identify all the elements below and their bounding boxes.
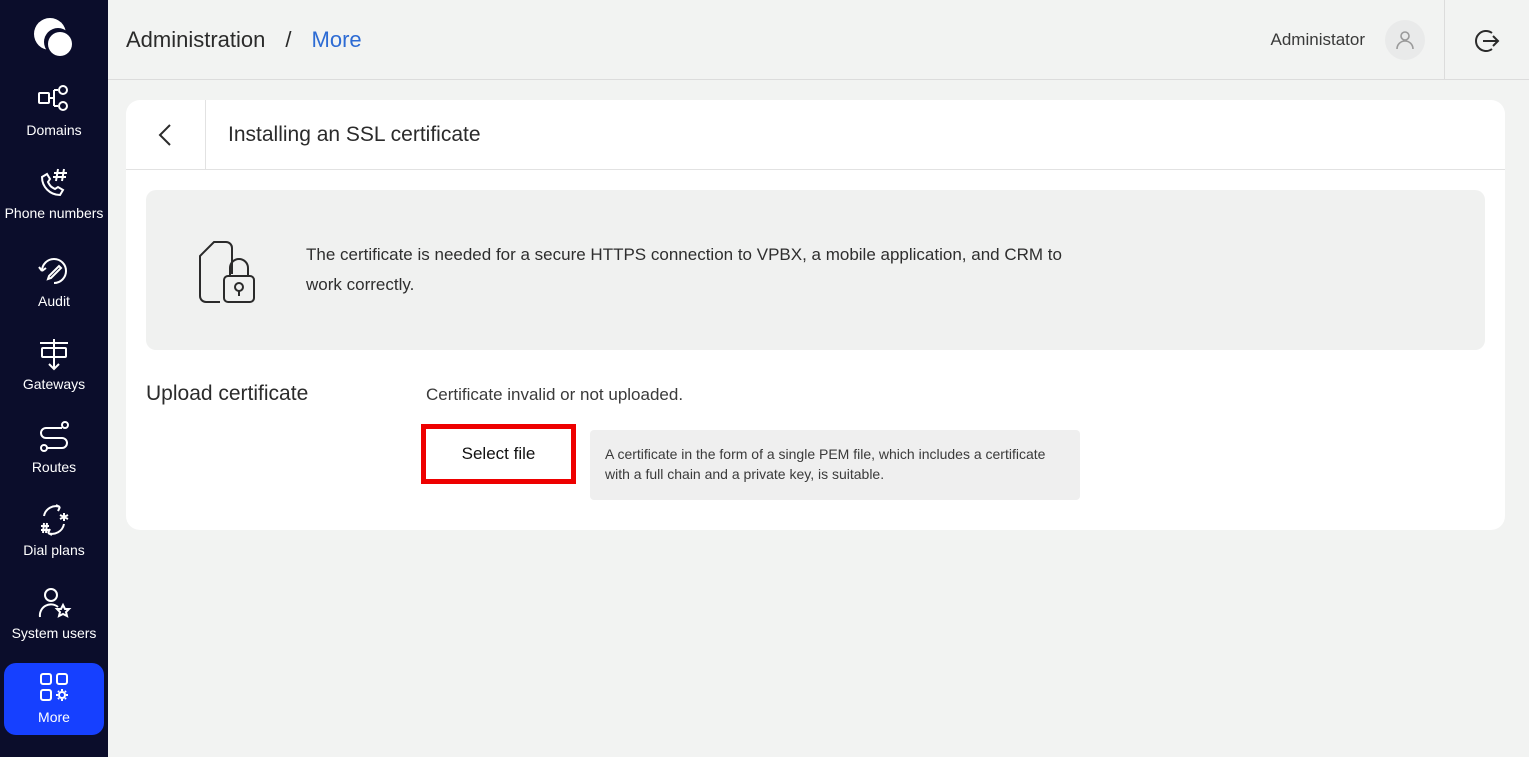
phone-hash-icon [40, 168, 67, 197]
app-logo[interactable] [32, 16, 76, 60]
logout-button[interactable] [1471, 26, 1501, 56]
gateways-icon [40, 339, 68, 371]
sidebar-nav: Domains Phone numbers Audit Gateways Rou… [0, 82, 108, 735]
sidebar: Domains Phone numbers Audit Gateways Rou… [0, 0, 108, 757]
sidebar-item-label: More [38, 709, 70, 725]
info-banner: The certificate is needed for a secure H… [146, 190, 1485, 350]
sidebar-item-label: Dial plans [23, 542, 85, 558]
header-divider [1444, 0, 1445, 80]
sidebar-item-phone-numbers[interactable]: Phone numbers [4, 165, 104, 253]
more-grid-icon [40, 673, 68, 701]
user-name[interactable]: Administator [1271, 30, 1365, 50]
sidebar-item-routes[interactable]: Routes [4, 419, 104, 491]
chevron-left-icon [158, 123, 171, 146]
back-button[interactable] [126, 99, 206, 170]
page-title: Installing an SSL certificate [228, 122, 481, 146]
routes-icon [40, 421, 69, 452]
sidebar-item-dial-plans[interactable]: Dial plans [4, 502, 104, 574]
sidebar-item-audit[interactable]: Audit [4, 253, 104, 325]
certificate-status: Certificate invalid or not uploaded. [426, 385, 684, 404]
sidebar-item-system-users[interactable]: System users [4, 585, 104, 657]
system-users-icon [38, 588, 72, 618]
upload-certificate-label: Upload certificate [146, 382, 309, 405]
sidebar-item-label: Audit [38, 293, 70, 309]
top-header: Administration / More Administator [108, 0, 1529, 80]
info-text: The certificate is needed for a secure H… [306, 245, 1062, 294]
file-hint: A certificate in the form of a single PE… [590, 430, 1080, 500]
certificate-lock-icon [199, 241, 255, 303]
ssl-certificate-card: Installing an SSL certificate The certif… [126, 99, 1505, 530]
card-header: Installing an SSL certificate [126, 99, 1505, 170]
user-icon [1396, 31, 1414, 50]
select-file-button[interactable]: Select file [421, 424, 576, 484]
sidebar-item-label: Routes [31, 459, 77, 475]
avatar[interactable] [1385, 20, 1425, 60]
dial-plans-icon [41, 504, 69, 536]
breadcrumb-root[interactable]: Administration [126, 27, 265, 53]
domains-icon [38, 85, 68, 111]
logout-icon [1475, 30, 1500, 52]
breadcrumb-current[interactable]: More [312, 27, 362, 53]
sidebar-item-label: Gateways [22, 376, 86, 392]
sidebar-item-more[interactable]: More [4, 663, 104, 735]
sidebar-item-label: Phone numbers [4, 205, 104, 221]
sidebar-item-label: System users [11, 625, 97, 641]
sidebar-item-domains[interactable]: Domains [4, 82, 104, 154]
breadcrumb-separator: / [285, 26, 292, 52]
sidebar-item-gateways[interactable]: Gateways [4, 336, 104, 408]
audit-icon [38, 258, 67, 284]
sidebar-item-label: Domains [26, 122, 82, 138]
